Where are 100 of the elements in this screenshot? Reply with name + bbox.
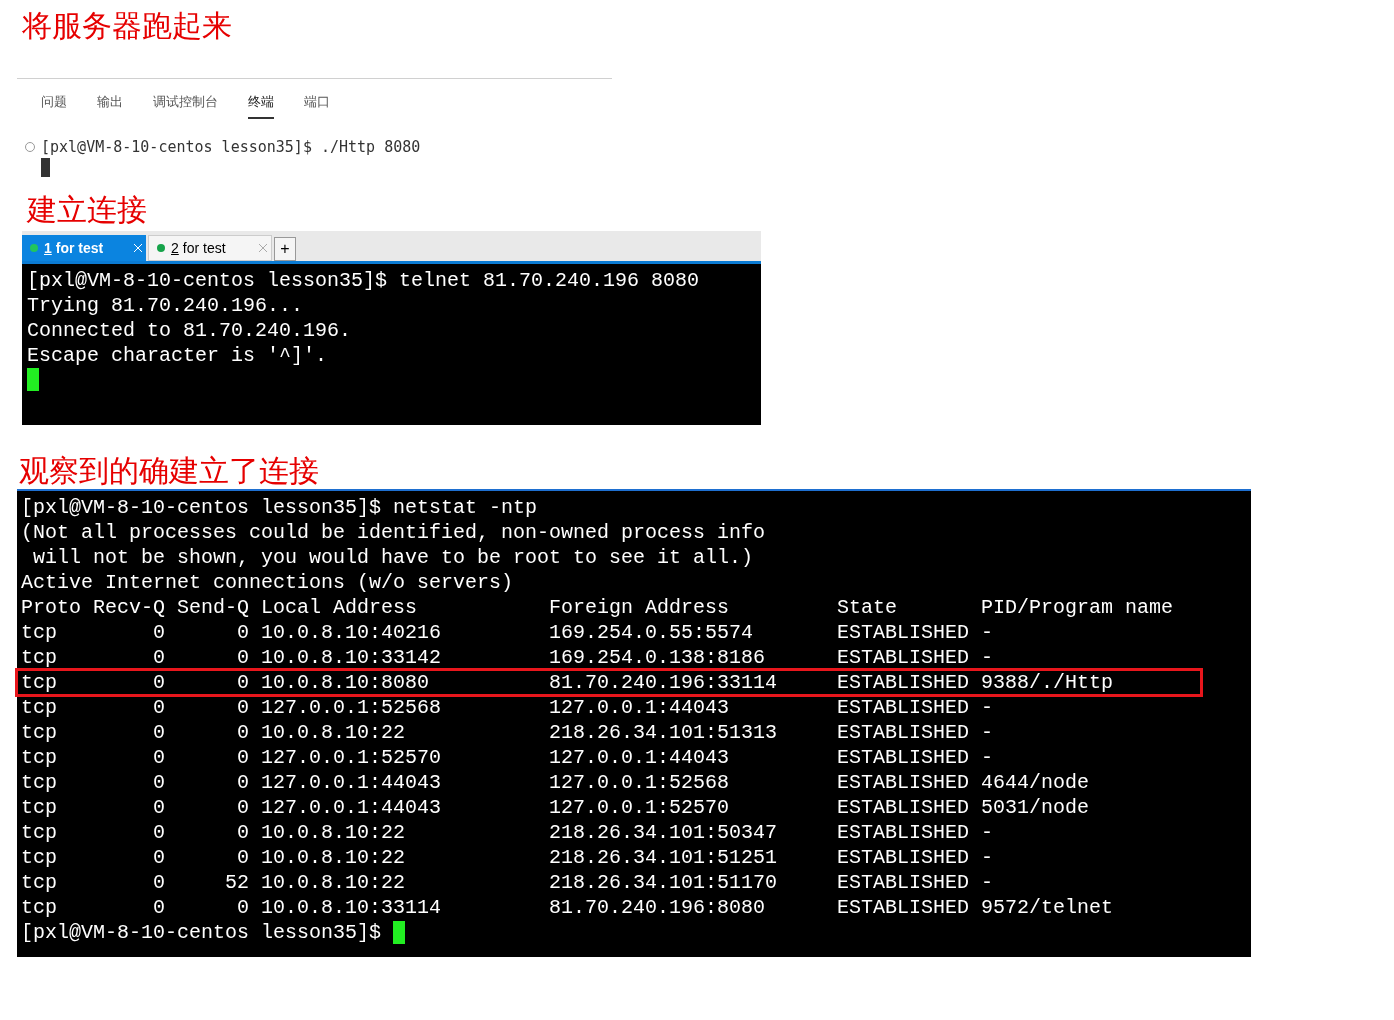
table-cell: 5031/node <box>981 795 1090 820</box>
table-cell-text: 10.0.8.10:22 <box>260 870 407 895</box>
table-cell-text: ESTABLISHED <box>837 695 971 720</box>
column-header: Foreign Address <box>549 595 731 620</box>
table-cell-text: 127.0.0.1:52568 <box>260 695 443 720</box>
table-cell-text: 10.0.8.10:22 <box>260 845 407 870</box>
table-cell-text: 0 <box>236 620 249 645</box>
close-icon[interactable] <box>259 244 267 252</box>
table-cell-text: 10.0.8.10:40216 <box>260 620 443 645</box>
table-cell-text: 52 <box>224 870 249 895</box>
table-cell-text: 127.0.0.1:52568 <box>549 770 731 795</box>
table-cell-text: 0 <box>236 720 249 745</box>
terminal-cursor <box>41 158 50 177</box>
table-cell-text: tcp <box>21 695 58 720</box>
terminal-line: [pxl@VM-8-10-centos lesson35]$ telnet 81.70.240.196 8080 <box>27 268 700 293</box>
table-cell-text: 10.0.8.10:8080 <box>260 670 431 695</box>
session-tab[interactable]: 1 for test <box>22 235 146 261</box>
table-cell-text: 0 <box>152 895 165 920</box>
table-cell-text: 81.70.240.196:8080 <box>549 895 767 920</box>
table-cell-text: 0 <box>152 795 165 820</box>
terminal-line: Active Internet connections (w/o servers) <box>21 570 514 595</box>
column-header: State <box>837 595 898 620</box>
table-cell-text: tcp <box>21 820 58 845</box>
tab-number: 2 <box>171 238 179 258</box>
table-cell-text: ESTABLISHED <box>837 645 971 670</box>
table-cell-text: ESTABLISHED <box>837 845 971 870</box>
terminal-cursor <box>393 921 406 944</box>
table-cell: - <box>981 620 993 645</box>
terminal-line: will not be shown, you would have to be root to see it all.) <box>32 545 754 570</box>
table-cell-text: 0 <box>236 745 249 770</box>
table-cell-text: tcp <box>21 745 58 770</box>
table-cell-text: 0 <box>236 845 249 870</box>
column-header: PID/Program name <box>981 595 1174 620</box>
terminal-line: Trying 81.70.240.196... <box>27 293 304 318</box>
table-cell-text: 0 <box>152 845 165 870</box>
table-cell-text: 218.26.34.101:51313 <box>549 720 779 745</box>
table-cell-text: 0 <box>236 645 249 670</box>
table-cell-text: ESTABLISHED <box>837 820 971 845</box>
section-heading: 将服务器跑起来 <box>22 8 232 44</box>
table-cell-text: 0 <box>152 745 165 770</box>
panel-tab[interactable]: 调试控制台 <box>153 92 218 119</box>
panel-tab[interactable]: 问题 <box>41 92 67 119</box>
terminal-line: [pxl@VM-8-10-centos lesson35]$ netstat -ntp <box>21 495 538 520</box>
table-cell-text: 0 <box>152 645 165 670</box>
table-cell-text: 0 <box>236 770 249 795</box>
table-cell-text: tcp <box>21 870 58 895</box>
section-heading: 建立连接 <box>27 192 147 228</box>
table-cell-text: 218.26.34.101:51170 <box>549 870 779 895</box>
table-cell-text: 169.254.0.138:8186 <box>549 645 767 670</box>
section-heading: 观察到的确建立了连接 <box>19 453 319 489</box>
table-cell-text: ESTABLISHED <box>837 720 971 745</box>
panel-tab[interactable]: 端口 <box>304 92 330 119</box>
session-tab[interactable]: 2 for test <box>148 235 272 261</box>
table-cell-text: 10.0.8.10:22 <box>260 720 407 745</box>
table-cell-text: 0 <box>236 895 249 920</box>
table-cell-text: 127.0.0.1:52570 <box>260 745 443 770</box>
table-cell-text: ESTABLISHED <box>837 670 971 695</box>
table-cell: - <box>981 820 993 845</box>
table-cell-text: ESTABLISHED <box>837 620 971 645</box>
column-header: Proto <box>21 595 81 620</box>
table-cell-text: tcp <box>21 720 58 745</box>
table-cell-text: 81.70.240.196:33114 <box>549 670 779 695</box>
column-header: Local Address <box>260 595 419 620</box>
table-cell-text: 127.0.0.1:44043 <box>549 695 731 720</box>
table-cell: - <box>981 845 993 870</box>
table-cell-text: ESTABLISHED <box>837 895 971 920</box>
table-cell-text: tcp <box>21 845 58 870</box>
table-cell-text: 10.0.8.10:22 <box>260 820 407 845</box>
new-tab-button[interactable]: + <box>274 237 296 261</box>
table-cell-text: 0 <box>152 620 165 645</box>
tab-title: for test <box>182 238 226 258</box>
table-cell-text: ESTABLISHED <box>837 770 971 795</box>
table-cell-text: 127.0.0.1:44043 <box>549 745 731 770</box>
table-cell-text: 0 <box>236 670 249 695</box>
table-cell-text: 218.26.34.101:50347 <box>549 820 779 845</box>
table-cell: - <box>981 695 993 720</box>
column-header: Recv-Q <box>92 595 165 620</box>
table-cell-text: 0 <box>152 695 165 720</box>
panel-tab[interactable]: 输出 <box>97 92 123 119</box>
table-cell-text: tcp <box>21 795 58 820</box>
table-cell-text: tcp <box>21 645 58 670</box>
table-cell-text: 0 <box>152 770 165 795</box>
table-cell-text: 0 <box>236 695 249 720</box>
table-cell-text: 0 <box>152 870 165 895</box>
table-cell-text: 169.254.0.55:5574 <box>549 620 755 645</box>
table-cell-text: 127.0.0.1:44043 <box>260 770 443 795</box>
table-cell-text: tcp <box>21 670 58 695</box>
panel-tab[interactable]: 终端 <box>248 92 274 119</box>
table-cell-text: tcp <box>21 895 58 920</box>
table-cell: 4644/node <box>981 770 1090 795</box>
table-cell-text: 10.0.8.10:33142 <box>260 645 443 670</box>
table-cell-text: 0 <box>152 670 165 695</box>
column-header: Send-Q <box>176 595 249 620</box>
terminal-prompt: [pxl@VM-8-10-centos lesson35]$ <box>21 920 382 945</box>
table-cell-text: 0 <box>152 720 165 745</box>
table-cell: - <box>981 645 993 670</box>
table-cell-text: ESTABLISHED <box>837 745 971 770</box>
table-cell: - <box>981 745 993 770</box>
terminal-cursor <box>27 368 39 391</box>
terminal-line: Escape character is '^]'. <box>27 343 328 368</box>
